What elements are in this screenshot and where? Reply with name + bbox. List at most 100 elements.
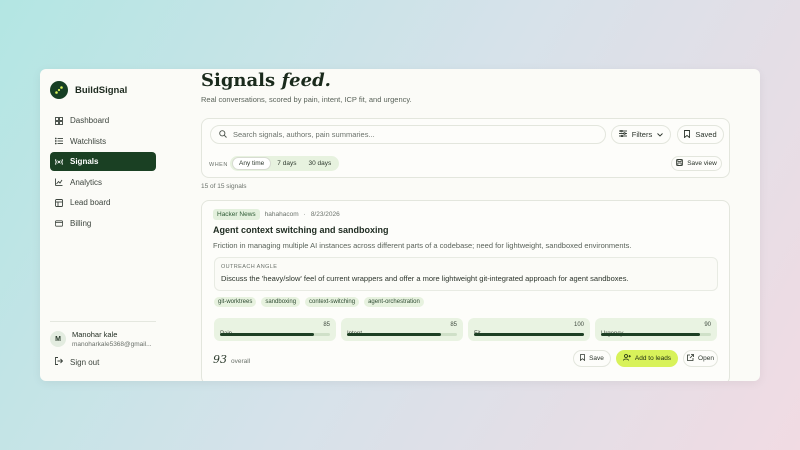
open-button[interactable]: Open [683,350,718,367]
save-view-button[interactable]: Save view [671,156,722,171]
external-link-icon [687,354,694,363]
outreach-label: OUTREACH ANGLE [221,264,278,270]
metric-value: 90 [704,322,711,328]
metric-intent: Intent 85 [341,318,463,341]
metric-fit: Fit 100 [468,318,590,341]
brand[interactable]: BuildSignal [50,81,127,99]
tag[interactable]: sandboxing [261,297,301,307]
radio-icon [55,158,63,166]
search-placeholder: Search signals, authors, pain summaries.… [233,130,375,139]
sidebar-item-label: Billing [70,218,92,228]
metric-bar [601,333,711,336]
sidebar-item-watchlists[interactable]: Watchlists [50,132,156,151]
save-label: Save [589,355,604,362]
signal-title[interactable]: Agent context switching and sandboxing [213,225,389,235]
sidebar-item-label: Dashboard [70,116,110,125]
meta-separator: · [303,211,306,218]
sign-out-label: Sign out [70,357,100,367]
sidebar-item-label: Lead board [70,198,111,207]
filter-icon [618,129,627,139]
metric-urgency: Urgency 90 [595,318,717,341]
logout-icon [55,357,64,367]
user-profile[interactable]: M Manohar kale manoharkale5368@gmail... [50,330,152,348]
tag[interactable]: context-switching [305,297,360,307]
sidebar-nav: Dashboard Watchlists Signals Analytics L… [50,111,156,234]
save-button[interactable]: Save [573,350,611,367]
signal-date: 8/23/2026 [310,211,340,218]
bookmark-icon [580,354,586,363]
metric-pain: Pain 85 [214,318,336,341]
board-icon [55,198,63,207]
user-plus-icon [623,354,631,363]
sidebar-item-label: Watchlists [70,136,107,146]
search-icon [219,129,227,140]
source-badge: Hacker News [213,209,260,220]
page-subtitle: Real conversations, scored by pain, inte… [201,95,412,104]
score-metrics: Pain 85 Intent 85 Fit 100 Urgency 90 [214,318,717,341]
metric-bar [474,333,584,336]
sidebar: BuildSignal Dashboard Watchlists Signals [40,69,164,381]
list-icon [55,137,63,145]
sidebar-item-dashboard[interactable]: Dashboard [50,111,156,130]
metric-bar-fill [601,333,700,336]
chevron-down-icon [657,130,664,139]
metric-bar [347,333,457,336]
time-option-any-time[interactable]: Any time [232,157,272,170]
user-email: manoharkale5368@gmail... [72,341,152,348]
save-disk-icon [676,159,684,168]
metric-bar-fill [220,333,314,336]
chart-icon [55,178,63,186]
sidebar-item-signals[interactable]: Signals [50,152,156,171]
metric-bar [220,333,330,336]
time-range-selector: Any time 7 days 30 days [230,156,340,171]
saved-label: Saved [695,130,717,139]
page-title-italic: feed. [281,70,331,91]
signal-card[interactable]: Hacker News hahahacom · 8/23/2026 Agent … [201,200,730,381]
tag[interactable]: git-worktrees [214,297,257,307]
card-icon [55,219,63,227]
metric-value: 100 [573,322,584,328]
results-count: 15 of 15 signals [201,183,247,190]
sidebar-item-label: Analytics [70,177,103,187]
metric-value: 85 [450,322,457,328]
saved-button[interactable]: Saved [677,125,724,144]
metric-value: 85 [323,322,330,328]
user-name: Manohar kale [72,330,118,339]
metric-bar-fill [347,333,441,336]
tag[interactable]: agent-orchestration [364,297,424,307]
signal-meta: Hacker News hahahacom · 8/23/2026 [213,209,340,220]
signal-actions: Save Add to leads Open [573,350,718,367]
metric-bar-fill [474,333,584,336]
sign-out-button[interactable]: Sign out [55,357,99,367]
save-view-label: Save view [687,160,717,167]
time-option-30-days[interactable]: 30 days [302,158,337,169]
dashboard-icon [55,116,63,125]
sidebar-item-label: Signals [70,157,99,166]
sidebar-item-billing[interactable]: Billing [50,214,156,233]
time-option-7-days[interactable]: 7 days [271,158,302,169]
open-label: Open [698,355,714,362]
overall-score: 93 overall [213,353,250,366]
add-to-leads-button[interactable]: Add to leads [616,350,678,367]
overall-score-value: 93 [213,353,227,366]
sidebar-item-analytics[interactable]: Analytics [50,173,156,192]
filters-button[interactable]: Filters [611,125,671,144]
bookmark-icon [684,129,691,140]
filters-label: Filters [631,130,653,139]
tag-list: git-worktrees sandboxing context-switchi… [214,297,424,307]
page-title-main: Signals [201,70,276,91]
search-panel: Search signals, authors, pain summaries.… [201,118,730,178]
outreach-text: Discuss the 'heavy/slow' feel of current… [221,274,629,283]
outreach-angle-box: OUTREACH ANGLE Discuss the 'heavy/slow' … [214,257,718,291]
search-input[interactable]: Search signals, authors, pain summaries.… [210,125,606,144]
signal-summary: Friction in managing multiple AI instanc… [213,241,632,250]
avatar: M [50,331,66,347]
sidebar-item-lead-board[interactable]: Lead board [50,193,156,212]
when-label: WHEN [209,162,228,168]
brand-name: BuildSignal [75,84,128,96]
sidebar-divider [50,321,156,322]
overall-score-label: overall [231,358,251,365]
page-title: Signals feed. [201,70,331,91]
app-window: BuildSignal Dashboard Watchlists Signals [40,69,760,381]
brand-logo-icon [50,81,68,99]
